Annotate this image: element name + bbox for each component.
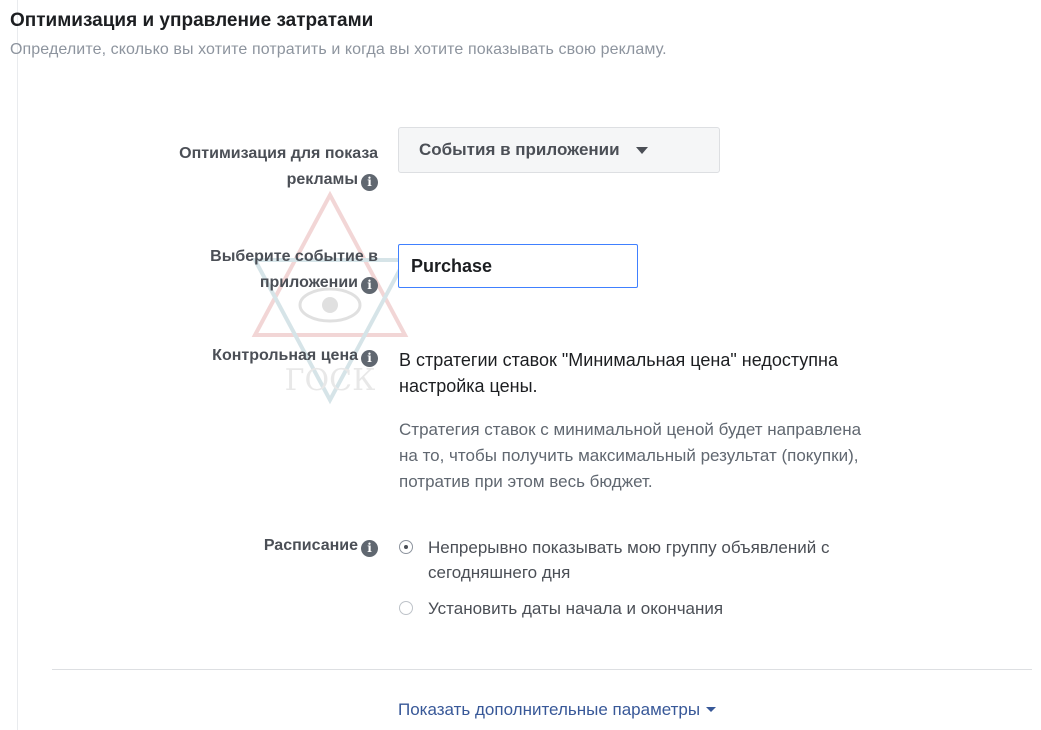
section-title: Оптимизация и управление затратами	[10, 10, 374, 31]
show-more-options-link[interactable]: Показать дополнительные параметры	[398, 700, 717, 720]
section-subtitle: Определите, сколько вы хотите потратить …	[10, 41, 667, 58]
bid-strategy-description: Стратегия ставок с минимальной ценой буд…	[399, 420, 862, 491]
info-icon[interactable]: i	[361, 277, 378, 294]
app-event-input[interactable]	[398, 244, 638, 288]
schedule-option-date-range[interactable]: Установить даты начала и окончания	[399, 596, 723, 621]
caret-down-icon	[706, 707, 717, 712]
optimization-dropdown[interactable]: События в приложении	[398, 127, 720, 173]
app-event-label: Выберите событие в приложении i	[210, 248, 378, 294]
info-icon[interactable]: i	[361, 174, 378, 191]
schedule-label: Расписание i	[92, 533, 378, 559]
caret-down-icon	[635, 146, 648, 154]
bid-control-label: Контрольная цена i	[92, 343, 378, 369]
info-icon[interactable]: i	[361, 540, 378, 557]
radio-button[interactable]	[399, 601, 413, 615]
schedule-option-continuous[interactable]: Непрерывно показывать мою группу объявле…	[399, 535, 829, 585]
optimization-label: Оптимизация для показа рекламы i	[179, 145, 378, 191]
info-icon[interactable]: i	[361, 350, 378, 367]
divider	[52, 669, 1032, 670]
watermark-logo: ГОСК	[251, 190, 409, 405]
radio-button-checked[interactable]	[399, 540, 413, 554]
bid-control-notice: В стратегии ставок "Минимальная цена" не…	[399, 350, 838, 396]
